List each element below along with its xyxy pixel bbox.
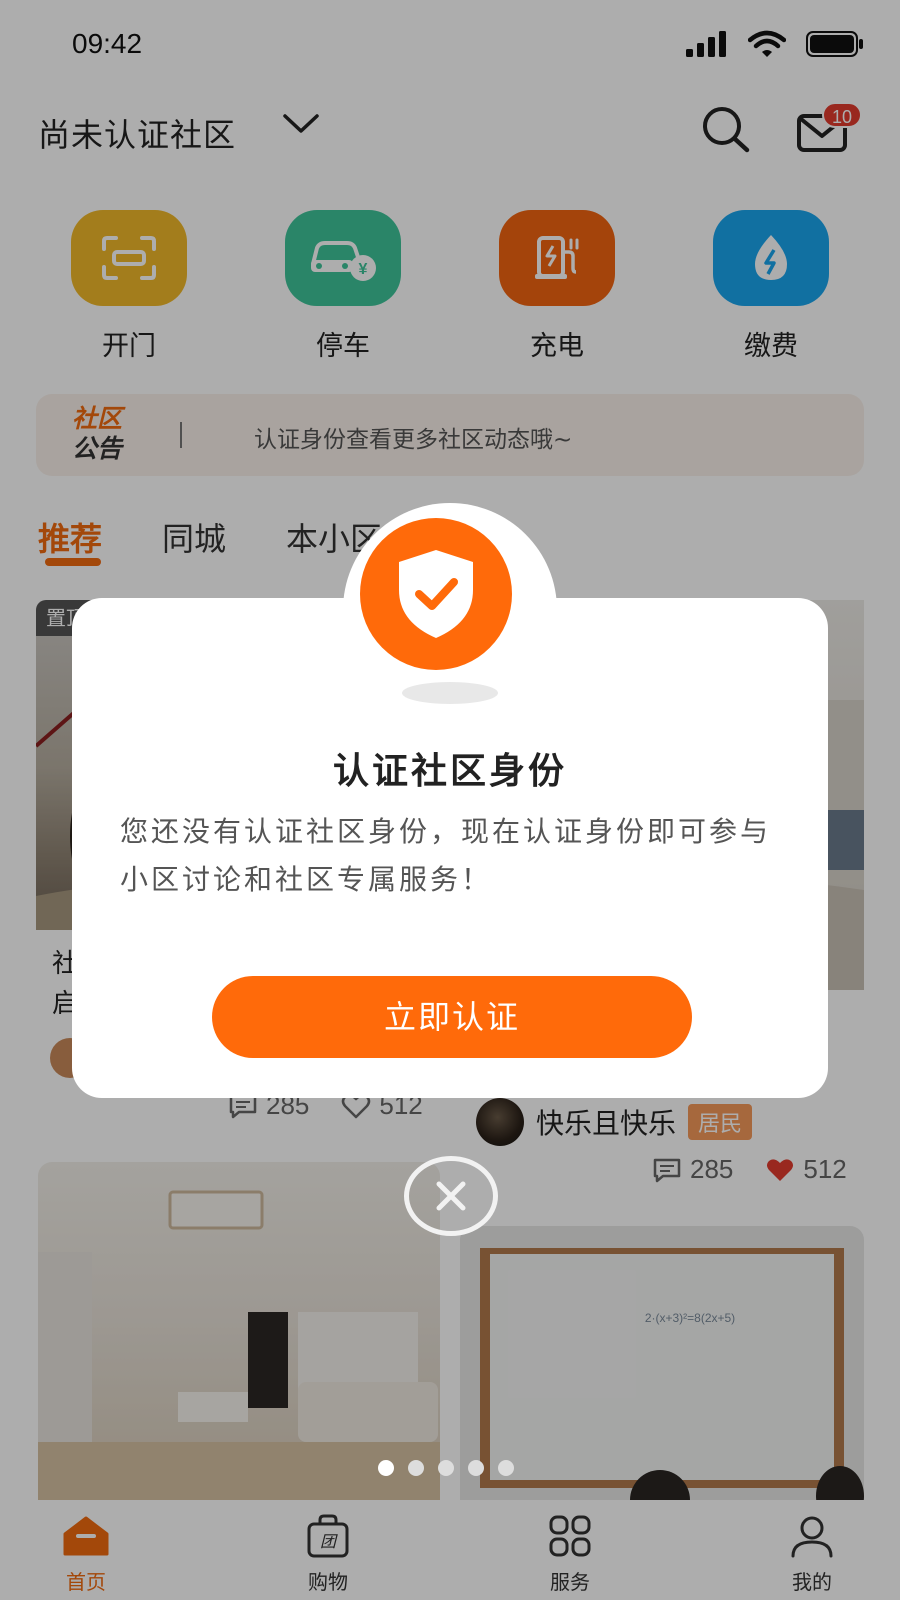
carousel-dot[interactable] <box>498 1460 514 1476</box>
badge-shadow <box>402 682 498 704</box>
dialog-body: 您还没有认证社区身份，现在认证身份即可参与小区讨论和社区专属服务！ <box>120 815 772 896</box>
shield-check-icon <box>360 518 512 670</box>
carousel-dot[interactable] <box>438 1460 454 1476</box>
close-dialog-button[interactable] <box>404 1156 498 1236</box>
carousel-dot[interactable] <box>468 1460 484 1476</box>
carousel-dot[interactable] <box>378 1460 394 1476</box>
dialog-title: 认证社区身份 <box>332 751 567 792</box>
verify-now-button[interactable]: 立即认证 <box>212 976 692 1058</box>
close-icon <box>436 1181 466 1211</box>
carousel-dots <box>378 1460 514 1476</box>
carousel-dot[interactable] <box>408 1460 424 1476</box>
